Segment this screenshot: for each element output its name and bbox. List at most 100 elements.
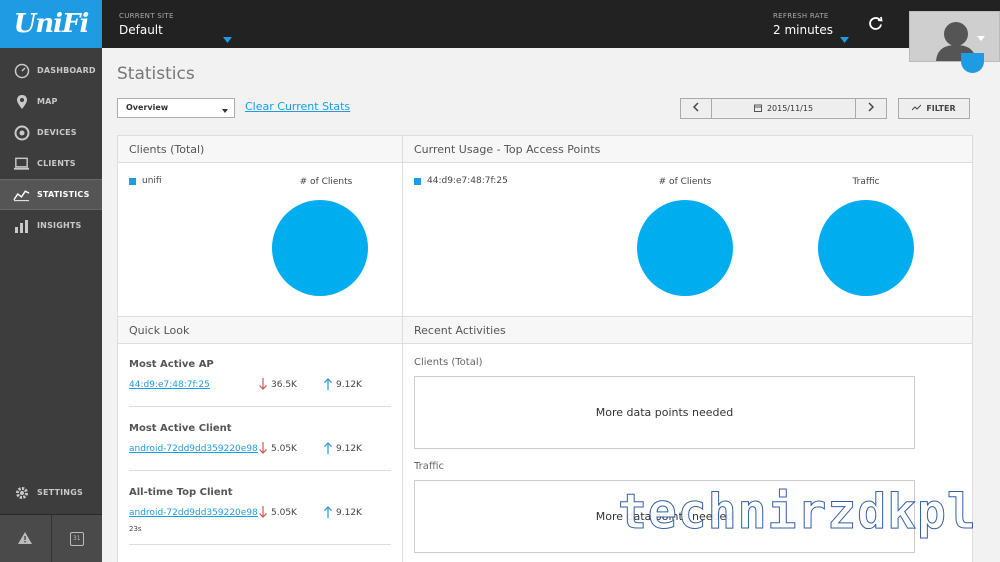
current-usage-panel: Current Usage - Top Access Points 44:d9:…	[402, 135, 973, 317]
recent-clients-label: Clients (Total)	[414, 357, 483, 368]
next-date-button[interactable]	[855, 99, 886, 118]
ql-down-value: 36.5K	[271, 380, 297, 390]
sidebar: UniFi DASHBOARD MAP DEVICES CLIENTS STAT…	[0, 0, 102, 562]
ql-section-title: Most Active AP	[129, 359, 214, 370]
ql-section-title: Most Active Client	[129, 423, 232, 434]
ql-down-value: 5.05K	[271, 444, 297, 454]
date-value: 2015/11/15	[766, 104, 814, 113]
chevron-left-icon	[692, 102, 699, 115]
usage-clients-pie-slice[interactable]	[637, 200, 733, 296]
view-select-value: Overview	[126, 103, 169, 112]
sidebar-nav: DASHBOARD MAP DEVICES CLIENTS STATISTICS…	[0, 55, 102, 241]
ql-upload: 9.12K	[324, 441, 362, 457]
clear-stats-link[interactable]: Clear Current Stats	[245, 100, 350, 113]
sidebar-item-clients[interactable]: CLIENTS	[0, 148, 102, 179]
bar-chart-icon	[13, 217, 30, 234]
ql-duration: 23s	[129, 525, 142, 533]
sidebar-item-label: SETTINGS	[37, 488, 83, 497]
unifi-logo[interactable]: UniFi	[0, 0, 102, 48]
map-pin-icon	[13, 93, 30, 110]
gear-icon	[13, 484, 30, 501]
filter-button[interactable]: FILTER	[898, 98, 970, 119]
usage-traffic-chart-title: Traffic	[852, 177, 880, 187]
warning-icon	[18, 529, 33, 548]
sidebar-item-label: DEVICES	[37, 128, 77, 137]
chevron-right-icon	[868, 102, 875, 115]
clients-total-panel: Clients (Total) unifi # of Clients	[117, 135, 403, 317]
quick-look-most-active-client: Most Active Client android-72dd9dd359220…	[129, 423, 391, 456]
sidebar-item-label: DASHBOARD	[37, 66, 96, 75]
ql-row: android-72dd9dd359220e98 5.05K 9.12K	[129, 441, 391, 457]
date-picker[interactable]: 2015/11/15	[712, 99, 855, 118]
site-label: CURRENT SITE	[119, 12, 174, 20]
sidebar-footer: 31	[0, 514, 102, 562]
sidebar-item-map[interactable]: MAP	[0, 86, 102, 117]
ql-download: 5.05K	[259, 441, 297, 457]
view-select[interactable]: Overview	[117, 98, 235, 118]
arrow-down-icon	[259, 441, 267, 457]
sidebar-item-devices[interactable]: DEVICES	[0, 117, 102, 148]
ql-ap-link[interactable]: 44:d9:e7:48:7f:25	[129, 380, 210, 390]
sidebar-item-label: INSIGHTS	[37, 221, 82, 230]
notification-badge[interactable]	[961, 53, 984, 73]
divider	[129, 544, 391, 545]
calendar-icon	[753, 104, 762, 114]
chevron-down-icon[interactable]	[223, 28, 232, 47]
sidebar-item-insights[interactable]: INSIGHTS	[0, 210, 102, 241]
clients-total-header: Clients (Total)	[118, 136, 402, 163]
ql-upload: 9.12K	[324, 505, 362, 521]
topbar: CURRENT SITE Default REFRESH RATE 2 minu…	[102, 0, 1000, 48]
refresh-value: 2 minutes	[773, 23, 834, 37]
legend-swatch	[129, 177, 136, 185]
quick-look-top-client: All-time Top Client android-72dd9dd35922…	[129, 487, 391, 533]
page-title: Statistics	[117, 64, 195, 84]
recent-clients-message: More data points needed	[595, 406, 734, 419]
filter-label: FILTER	[926, 104, 956, 113]
usage-clients-chart-title: # of Clients	[658, 177, 712, 187]
prev-date-button[interactable]	[681, 99, 712, 118]
usage-legend: 44:d9:e7:48:7f:25	[414, 176, 508, 186]
arrow-up-icon	[324, 505, 332, 521]
arrow-down-icon	[259, 505, 267, 521]
clients-chart-title: # of Clients	[299, 177, 353, 187]
chevron-down-icon	[222, 106, 228, 115]
date-navigator: 2015/11/15	[680, 98, 887, 119]
logo-text: UniFi	[13, 9, 90, 39]
usage-traffic-pie-slice[interactable]	[818, 200, 914, 296]
legend-label: 44:d9:e7:48:7f:25	[427, 176, 508, 186]
refresh-rate-selector[interactable]: REFRESH RATE 2 minutes	[773, 12, 833, 37]
site-selector[interactable]: CURRENT SITE Default	[119, 12, 174, 37]
events-button[interactable]: 31	[52, 515, 103, 562]
arrow-down-icon	[259, 377, 267, 393]
sidebar-item-settings[interactable]: SETTINGS	[0, 477, 102, 508]
alerts-button[interactable]	[0, 515, 52, 562]
current-usage-header: Current Usage - Top Access Points	[403, 136, 972, 163]
recent-clients-chart: More data points needed	[414, 376, 915, 449]
site-value: Default	[119, 23, 163, 37]
sidebar-settings-wrapper: SETTINGS	[0, 477, 102, 508]
ql-upload: 9.12K	[324, 377, 362, 393]
laptop-icon	[13, 155, 30, 172]
device-icon	[13, 124, 30, 141]
ql-client-link[interactable]: android-72dd9dd359220e98	[129, 444, 258, 454]
arrow-up-icon	[324, 377, 332, 393]
recent-activities-header: Recent Activities	[403, 317, 972, 344]
filter-chart-icon	[911, 104, 922, 113]
sidebar-item-label: STATISTICS	[37, 190, 90, 199]
ql-row: android-72dd9dd359220e98 5.05K 9.12K	[129, 505, 391, 521]
sidebar-item-dashboard[interactable]: DASHBOARD	[0, 55, 102, 86]
divider	[129, 470, 391, 471]
quick-look-panel: Quick Look Most Active AP 44:d9:e7:48:7f…	[117, 316, 403, 562]
chevron-down-icon[interactable]	[840, 28, 849, 47]
user-avatar[interactable]	[909, 11, 1000, 62]
sidebar-item-label: CLIENTS	[37, 159, 76, 168]
calendar-icon: 31	[69, 531, 84, 546]
gauge-icon	[13, 62, 30, 79]
recent-traffic-label: Traffic	[414, 461, 445, 472]
refresh-icon[interactable]	[868, 16, 883, 35]
clients-pie-slice[interactable]	[272, 200, 368, 296]
ql-client-link[interactable]: android-72dd9dd359220e98	[129, 508, 258, 518]
legend-swatch	[414, 177, 421, 185]
ql-row: 44:d9:e7:48:7f:25 36.5K 9.12K	[129, 377, 391, 393]
sidebar-item-statistics[interactable]: STATISTICS	[0, 179, 102, 210]
